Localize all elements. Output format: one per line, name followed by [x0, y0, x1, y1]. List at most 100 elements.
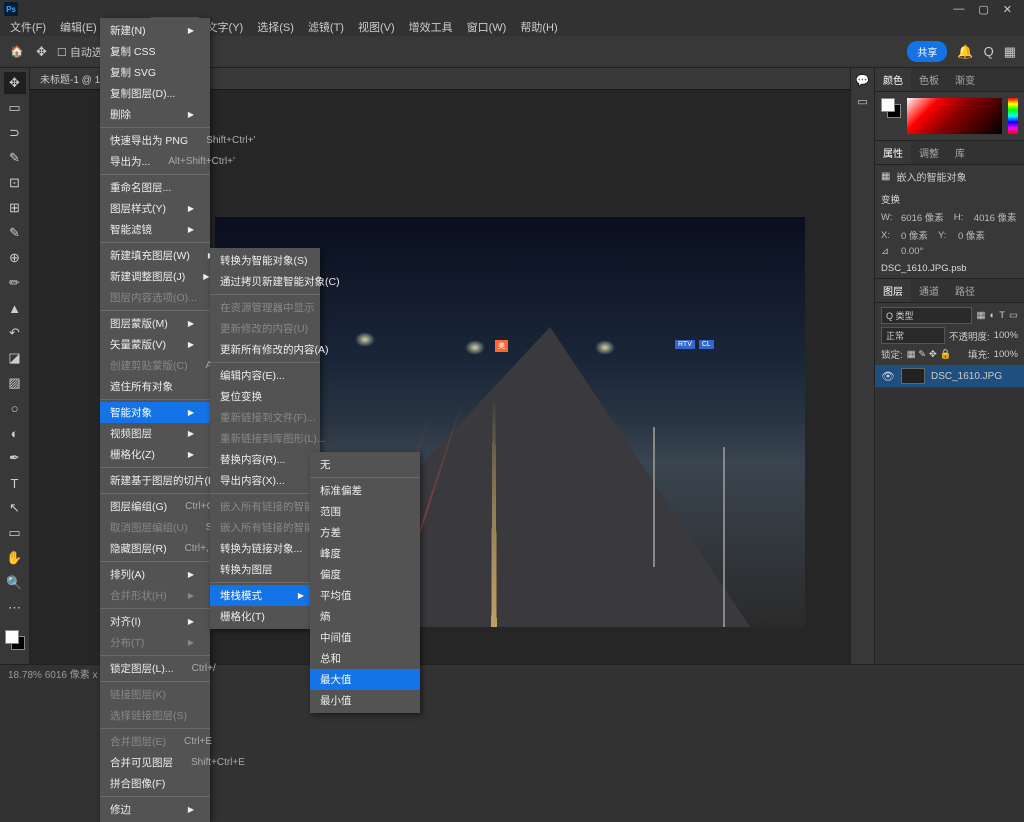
- blend-mode-select[interactable]: 正常: [881, 327, 945, 344]
- prop-y-value[interactable]: 0 像素: [958, 228, 985, 242]
- eraser-tool[interactable]: ◪: [4, 347, 26, 369]
- menu-item[interactable]: 方差: [310, 522, 420, 543]
- history-brush-tool[interactable]: ↶: [4, 322, 26, 344]
- layer-item[interactable]: 👁 DSC_1610.JPG: [875, 365, 1024, 387]
- tab-layers[interactable]: 图层: [875, 279, 911, 302]
- blur-tool[interactable]: ○: [4, 397, 26, 419]
- menu-item[interactable]: 修边▶: [100, 799, 210, 820]
- menu-item[interactable]: 智能对象▶: [100, 402, 210, 423]
- home-icon[interactable]: 🏠: [8, 43, 26, 61]
- comments-icon[interactable]: 💬: [856, 74, 870, 87]
- layer-filter-icon2[interactable]: ◐: [989, 310, 995, 321]
- tab-gradients[interactable]: 渐变: [947, 68, 983, 91]
- menu-item[interactable]: 栅格化(Z)▶: [100, 444, 210, 465]
- menu-item[interactable]: 偏度: [310, 564, 420, 585]
- workspace-icon[interactable]: ▦: [1004, 44, 1016, 60]
- frame-tool[interactable]: ⊞: [4, 197, 26, 219]
- menu-item[interactable]: 对齐(I)▶: [100, 611, 210, 632]
- menu-item[interactable]: 新建调整图层(J)▶: [100, 266, 210, 287]
- more-tools[interactable]: ⋯: [4, 597, 26, 619]
- menu-item[interactable]: 转换为智能对象(S): [210, 250, 320, 271]
- menu-item[interactable]: 中间值: [310, 627, 420, 648]
- menu-file[interactable]: 文件(F): [4, 17, 52, 37]
- menu-item[interactable]: 快速导出为 PNGShift+Ctrl+': [100, 130, 210, 151]
- zoom-tool[interactable]: 🔍: [4, 572, 26, 594]
- crop-tool[interactable]: ⊡: [4, 172, 26, 194]
- healing-tool[interactable]: ⊕: [4, 247, 26, 269]
- menu-item[interactable]: 范围: [310, 501, 420, 522]
- type-tool[interactable]: T: [4, 472, 26, 494]
- menu-item[interactable]: 更新所有修改的内容(A): [210, 339, 320, 360]
- menu-item[interactable]: 隐藏图层(R)Ctrl+,: [100, 538, 210, 559]
- tab-libraries[interactable]: 库: [947, 141, 973, 164]
- menu-item[interactable]: 图层编组(G)Ctrl+G: [100, 496, 210, 517]
- menu-item[interactable]: 总和: [310, 648, 420, 669]
- layer-filter-icon3[interactable]: T: [999, 310, 1005, 321]
- wand-tool[interactable]: ✎: [4, 147, 26, 169]
- visibility-icon[interactable]: 👁: [881, 370, 895, 383]
- menu-item[interactable]: 无: [310, 454, 420, 475]
- marquee-tool[interactable]: ▭: [4, 97, 26, 119]
- menu-item[interactable]: 堆栈模式▶: [210, 585, 320, 606]
- share-button[interactable]: 共享: [907, 41, 947, 62]
- menu-item[interactable]: 锁定图层(L)...Ctrl+/: [100, 658, 210, 679]
- menu-item[interactable]: 图层蒙版(M)▶: [100, 313, 210, 334]
- menu-item[interactable]: 平均值: [310, 585, 420, 606]
- minimize-button[interactable]: —: [953, 3, 964, 16]
- menu-item[interactable]: 导出为...Alt+Shift+Ctrl+': [100, 151, 210, 172]
- menu-item[interactable]: 新建填充图层(W)▶: [100, 245, 210, 266]
- menu-item[interactable]: 拼合图像(F): [100, 773, 210, 794]
- hue-strip[interactable]: [1008, 98, 1018, 134]
- menu-edit[interactable]: 编辑(E): [54, 17, 103, 37]
- tab-properties[interactable]: 属性: [875, 141, 911, 164]
- menu-item[interactable]: 栅格化(T): [210, 606, 320, 627]
- prop-w-value[interactable]: 6016 像素: [901, 210, 944, 224]
- color-swatch-panel[interactable]: [881, 98, 901, 118]
- menu-item[interactable]: 替换内容(R)...: [210, 449, 320, 470]
- layer-filter-icon[interactable]: ▦: [976, 310, 985, 321]
- color-ramp[interactable]: [907, 98, 1002, 134]
- menu-item[interactable]: 复制 CSS: [100, 41, 210, 62]
- panel-history-icon[interactable]: ▭: [857, 95, 867, 108]
- props-file[interactable]: DSC_1610.JPG.psb: [881, 263, 1018, 274]
- menu-select[interactable]: 选择(S): [251, 17, 300, 37]
- prop-h-value[interactable]: 4016 像素: [974, 210, 1017, 224]
- menu-item[interactable]: 最小值: [310, 690, 420, 711]
- lasso-tool[interactable]: ⊃: [4, 122, 26, 144]
- hand-tool[interactable]: ✋: [4, 547, 26, 569]
- menu-item[interactable]: 排列(A)▶: [100, 564, 210, 585]
- menu-item[interactable]: 复制图层(D)...: [100, 83, 210, 104]
- menu-item[interactable]: 通过拷贝新建智能对象(C): [210, 271, 320, 292]
- layer-name[interactable]: DSC_1610.JPG: [931, 371, 1002, 382]
- tab-color[interactable]: 颜色: [875, 68, 911, 91]
- lock-icons[interactable]: ▦ ✎ ✥ 🔒: [907, 349, 952, 360]
- tab-channels[interactable]: 通道: [911, 279, 947, 302]
- menu-item[interactable]: 遮住所有对象: [100, 376, 210, 397]
- menu-item[interactable]: 重命名图层...: [100, 177, 210, 198]
- move-tool[interactable]: ✥: [4, 72, 26, 94]
- eyedropper-tool[interactable]: ✎: [4, 222, 26, 244]
- search-icon[interactable]: Q: [984, 44, 994, 59]
- gradient-tool[interactable]: ▨: [4, 372, 26, 394]
- menu-item[interactable]: 新建基于图层的切片(B): [100, 470, 210, 491]
- stamp-tool[interactable]: ▲: [4, 297, 26, 319]
- notifications-icon[interactable]: 🔔: [957, 44, 973, 60]
- menu-item[interactable]: 编辑内容(E)...: [210, 365, 320, 386]
- prop-x-value[interactable]: 0 像素: [901, 228, 928, 242]
- opacity-value[interactable]: 100%: [994, 330, 1018, 341]
- path-tool[interactable]: ↖: [4, 497, 26, 519]
- pen-tool[interactable]: ✒: [4, 447, 26, 469]
- menu-item[interactable]: 转换为图层: [210, 559, 320, 580]
- menu-item[interactable]: 峰度: [310, 543, 420, 564]
- maximize-button[interactable]: ▢: [978, 3, 988, 16]
- menu-item[interactable]: 智能滤镜▶: [100, 219, 210, 240]
- menu-window[interactable]: 窗口(W): [461, 17, 513, 37]
- close-button[interactable]: ✕: [1003, 3, 1012, 16]
- layer-thumbnail[interactable]: [901, 368, 925, 384]
- menu-item[interactable]: 新建(N)▶: [100, 20, 210, 41]
- menu-filter[interactable]: 滤镜(T): [302, 17, 350, 37]
- tab-adjustments[interactable]: 调整: [911, 141, 947, 164]
- tab-paths[interactable]: 路径: [947, 279, 983, 302]
- brush-tool[interactable]: ✏: [4, 272, 26, 294]
- menu-item[interactable]: 复制 SVG: [100, 62, 210, 83]
